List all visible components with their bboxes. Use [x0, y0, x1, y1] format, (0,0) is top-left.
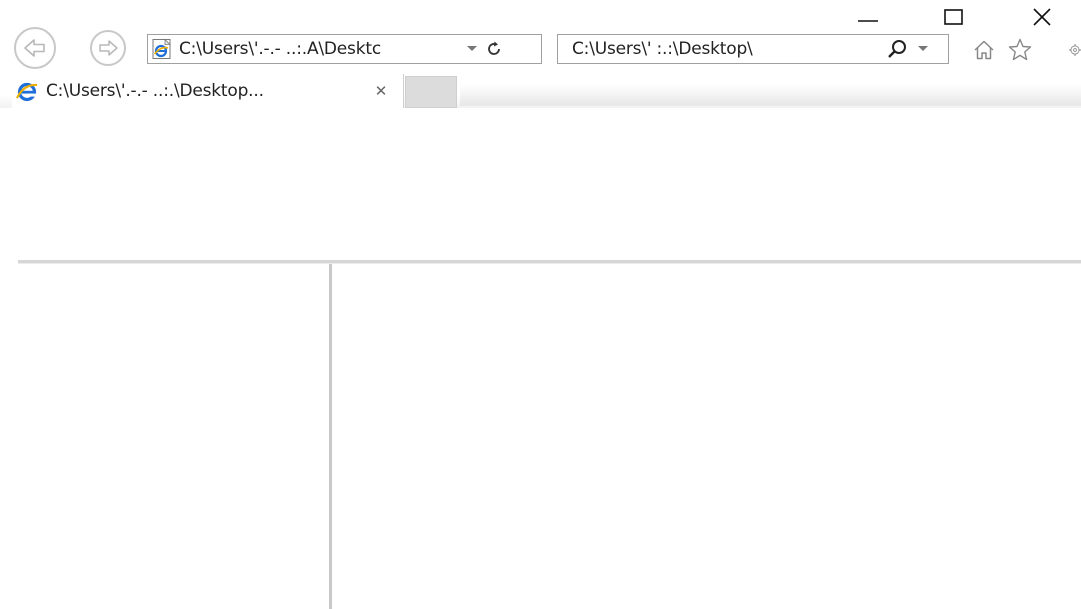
left-frame: [18, 264, 329, 609]
search-dropdown[interactable]: [912, 35, 934, 63]
ie-page-icon: [152, 38, 171, 59]
new-tab-button[interactable]: [405, 76, 457, 108]
top-frame: [0, 108, 1081, 260]
back-button[interactable]: [14, 27, 56, 69]
close-icon: ✕: [374, 82, 388, 100]
minimize-icon: [858, 20, 878, 22]
refresh-icon: [488, 41, 500, 55]
address-dropdown[interactable]: [462, 36, 482, 62]
browser-window: C:\Users\'.-.- ..:.A\Desktc C:\Users\' :…: [0, 0, 1081, 609]
right-frame: [332, 264, 1081, 609]
home-button[interactable]: [970, 36, 998, 64]
search-icon: [888, 40, 906, 58]
ie-logo-icon: [16, 82, 38, 102]
maximize-button[interactable]: [934, 4, 974, 30]
home-icon: [974, 40, 994, 60]
close-button[interactable]: [1022, 4, 1062, 30]
minimize-button[interactable]: [848, 4, 888, 30]
close-icon: [1033, 8, 1051, 26]
search-input[interactable]: C:\Users\' :.:\Desktop\: [572, 39, 882, 59]
maximize-icon: [944, 9, 963, 25]
chevron-down-icon: [467, 46, 477, 51]
back-arrow-icon: [24, 39, 45, 57]
toolbar-shadow: [460, 84, 1081, 106]
star-icon: [1008, 38, 1032, 61]
tab-active[interactable]: C:\Users\'.-.- ..:.\Desktop... ✕: [12, 74, 404, 108]
favorites-button[interactable]: [1006, 36, 1034, 64]
tab-title: C:\Users\'.-.- ..:.\Desktop...: [46, 81, 264, 101]
refresh-button[interactable]: [482, 36, 506, 62]
address-bar[interactable]: C:\Users\'.-.- ..:.A\Desktc: [147, 34, 542, 64]
chevron-down-icon: [918, 46, 928, 51]
tab-close-button[interactable]: ✕: [368, 78, 394, 104]
forward-button[interactable]: [90, 30, 126, 66]
address-field[interactable]: C:\Users\'.-.- ..:.A\Desktc: [179, 39, 462, 59]
settings-button[interactable]: [1068, 36, 1081, 64]
forward-arrow-icon: [99, 40, 118, 56]
gear-icon: [1069, 44, 1081, 56]
search-box[interactable]: C:\Users\' :.:\Desktop\: [557, 34, 949, 64]
search-button[interactable]: [882, 35, 912, 63]
